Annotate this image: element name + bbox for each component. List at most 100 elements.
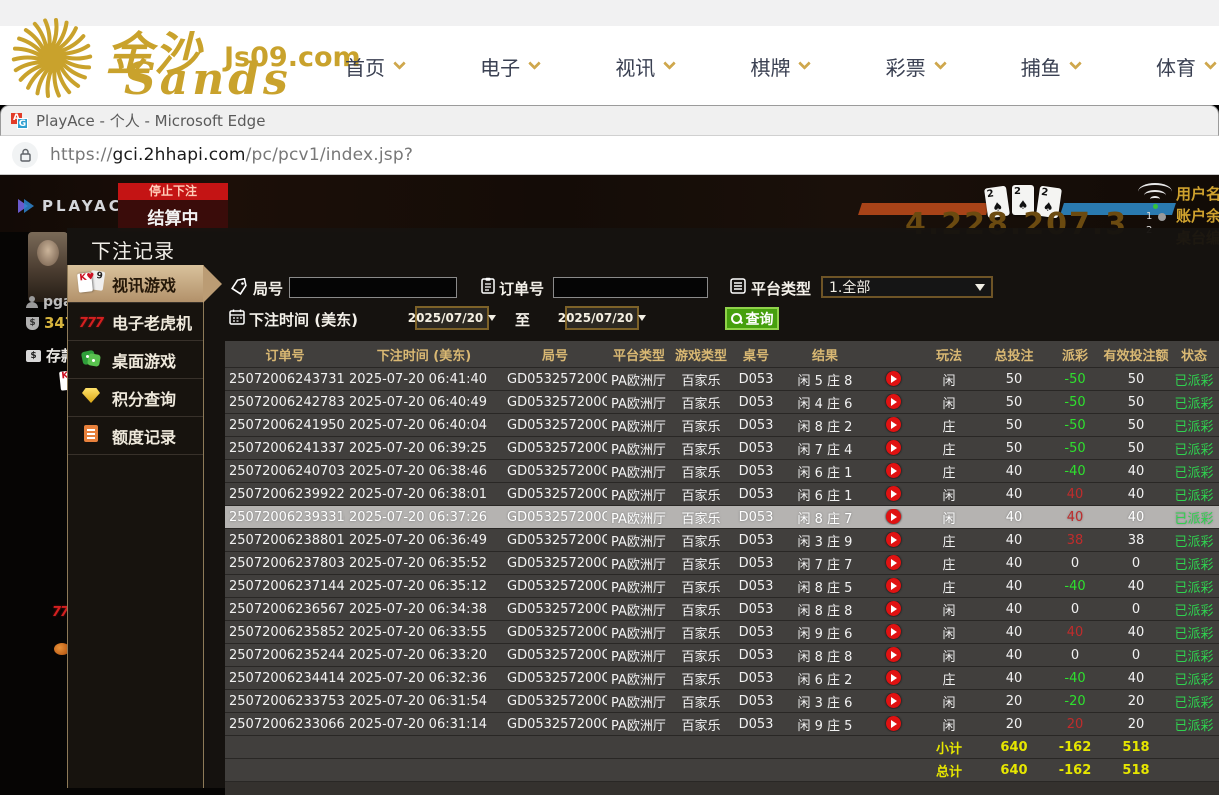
status-cell: 已派彩 <box>1174 718 1214 734</box>
query-button[interactable]: 查询 <box>725 307 779 330</box>
sands-logo[interactable]: 金沙 Js09.com Sands <box>6 10 361 105</box>
play-result-button[interactable] <box>885 532 901 548</box>
valid-bet-cell: 0 <box>1131 647 1141 663</box>
play-result-button[interactable] <box>885 440 901 456</box>
play-result-button[interactable] <box>885 647 901 663</box>
play-result-button[interactable] <box>885 716 901 732</box>
table-row[interactable]: 250720062419505 2025-07-20 06:40:04 GD05… <box>225 414 1219 437</box>
table-row[interactable]: 250720062413374 2025-07-20 06:39:25 GD05… <box>225 437 1219 460</box>
table-row[interactable]: 250720062358528 2025-07-20 06:33:55 GD05… <box>225 621 1219 644</box>
table-row[interactable]: 250720062352440 2025-07-20 06:33:20 GD05… <box>225 644 1219 667</box>
bet-side-cell: 庄 <box>942 442 956 458</box>
play-result-button[interactable] <box>885 394 901 410</box>
order-number-cell: 250720062427831 <box>229 394 345 410</box>
play-result-button[interactable] <box>885 509 901 525</box>
nav-item-0[interactable]: 首页 <box>345 52 406 81</box>
table-row[interactable]: 250720062344147 2025-07-20 06:32:36 GD05… <box>225 667 1219 690</box>
total-bet-cell: 40 <box>1005 463 1023 479</box>
order-number-cell: 250720062393314 <box>229 509 345 525</box>
lock-icon[interactable] <box>12 142 38 168</box>
status-cell: 已派彩 <box>1174 373 1214 389</box>
round-label: 局号 <box>253 280 284 298</box>
table-id-cell: D053 <box>738 647 774 663</box>
menu-item-1[interactable]: 777 电子老虎机 <box>68 303 203 341</box>
payout-cell: 40 <box>1066 624 1084 640</box>
platform-cell: PA欧洲厅 <box>611 603 666 619</box>
menu-item-2[interactable]: 桌面游戏 <box>68 341 203 379</box>
url-text[interactable]: https://gci.2hhapi.com/pc/pcv1/index.jsp… <box>50 145 413 165</box>
table-row[interactable]: 250720062437314 2025-07-20 06:41:40 GD05… <box>225 368 1219 391</box>
table-row[interactable]: 250720062399224 2025-07-20 06:38:01 GD05… <box>225 483 1219 506</box>
valid-bet-cell: 40 <box>1127 670 1145 686</box>
result-video-cell <box>869 532 917 548</box>
site-header: 金沙 Js09.com Sands 首页 电子 视讯 棋牌 彩票 捕鱼 体育 <box>0 0 1219 105</box>
table-row[interactable]: 250720062388018 2025-07-20 06:36:49 GD05… <box>225 529 1219 552</box>
total-bet-cell: 20 <box>1005 693 1023 709</box>
platform-cell: PA欧洲厅 <box>611 649 666 665</box>
status-cell: 已派彩 <box>1174 534 1214 550</box>
total-bet: 640 <box>1000 762 1028 778</box>
result-video-cell <box>869 716 917 732</box>
game-type-cell: 百家乐 <box>681 373 721 389</box>
bet-side-cell: 闲 <box>942 626 956 642</box>
total-bet-cell: 40 <box>1005 532 1023 548</box>
bet-time-cell: 2025-07-20 06:33:20 <box>349 647 488 663</box>
browser-urlbar[interactable]: https://gci.2hhapi.com/pc/pcv1/index.jsp… <box>0 136 1219 175</box>
deposit-icon: $ <box>26 349 41 362</box>
valid-bet-cell: 50 <box>1127 394 1145 410</box>
date-from-picker[interactable]: 2025/07/20 <box>408 306 497 330</box>
bet-side-cell: 闲 <box>942 373 956 389</box>
menu-item-4[interactable]: 额度记录 <box>68 417 203 455</box>
bet-side-cell: 闲 <box>942 488 956 504</box>
status-cell: 已派彩 <box>1174 511 1214 527</box>
table-row[interactable]: 250720062365675 2025-07-20 06:34:38 GD05… <box>225 598 1219 621</box>
nav-item-5[interactable]: 捕鱼 <box>1021 52 1082 81</box>
payout-cell: 0 <box>1070 647 1080 663</box>
order-input[interactable] <box>553 277 708 298</box>
column-header: 总投注 <box>994 348 1034 364</box>
nav-item-2[interactable]: 视讯 <box>615 52 677 81</box>
date-to-picker[interactable]: 2025/07/20 <box>558 306 647 330</box>
play-result-button[interactable] <box>885 555 901 571</box>
table-row[interactable]: 250720062330665 2025-07-20 06:31:14 GD05… <box>225 713 1219 736</box>
result-cell: 闲 6 庄 1 <box>797 488 853 504</box>
table-id-cell: D053 <box>738 440 774 456</box>
table-row[interactable]: 250720062337539 2025-07-20 06:31:54 GD05… <box>225 690 1219 713</box>
play-result-button[interactable] <box>885 486 901 502</box>
play-result-button[interactable] <box>885 578 901 594</box>
round-input[interactable] <box>289 277 457 298</box>
column-header: 状态 <box>1180 348 1207 364</box>
play-result-button[interactable] <box>885 601 901 617</box>
play-result-button[interactable] <box>885 670 901 686</box>
menu-item-0[interactable]: 9 K♥ 视讯游戏 <box>68 265 222 303</box>
bet-time-cell: 2025-07-20 06:34:38 <box>349 601 488 617</box>
play-result-button[interactable] <box>885 371 901 387</box>
result-cell: 闲 9 庄 6 <box>797 626 853 642</box>
result-cell: 闲 3 庄 6 <box>797 695 853 711</box>
total-bet-cell: 20 <box>1005 716 1023 732</box>
play-result-button[interactable] <box>885 417 901 433</box>
table-id-cell: D053 <box>738 509 774 525</box>
result-video-cell <box>869 463 917 479</box>
play-result-button[interactable] <box>885 624 901 640</box>
platform-select[interactable]: 1.全部 <box>821 276 993 298</box>
table-row[interactable]: 250720062371447 2025-07-20 06:35:12 GD05… <box>225 575 1219 598</box>
bet-side-cell: 闲 <box>942 718 956 734</box>
platform-cell: PA欧洲厅 <box>611 419 666 435</box>
table-row[interactable]: 250720062427831 2025-07-20 06:40:49 GD05… <box>225 391 1219 414</box>
play-result-button[interactable] <box>885 693 901 709</box>
nav-item-1[interactable]: 电子 <box>480 52 542 81</box>
status-cell: 已派彩 <box>1174 649 1214 665</box>
table-row[interactable]: 250720062407039 2025-07-20 06:38:46 GD05… <box>225 460 1219 483</box>
nav-item-6[interactable]: 体育 <box>1156 52 1217 81</box>
payout-cell: -40 <box>1064 463 1086 479</box>
table-row[interactable]: 250720062378030 2025-07-20 06:35:52 GD05… <box>225 552 1219 575</box>
nav-item-4[interactable]: 彩票 <box>886 52 947 81</box>
play-result-button[interactable] <box>885 463 901 479</box>
avatar[interactable] <box>28 232 68 302</box>
menu-item-3[interactable]: 积分查询 <box>68 379 203 417</box>
nav-item-3[interactable]: 棋牌 <box>750 52 812 81</box>
table-id-cell: D053 <box>738 394 774 410</box>
order-number-cell: 250720062413374 <box>229 440 345 456</box>
table-row[interactable]: 250720062393314 2025-07-20 06:37:26 GD05… <box>225 506 1219 529</box>
